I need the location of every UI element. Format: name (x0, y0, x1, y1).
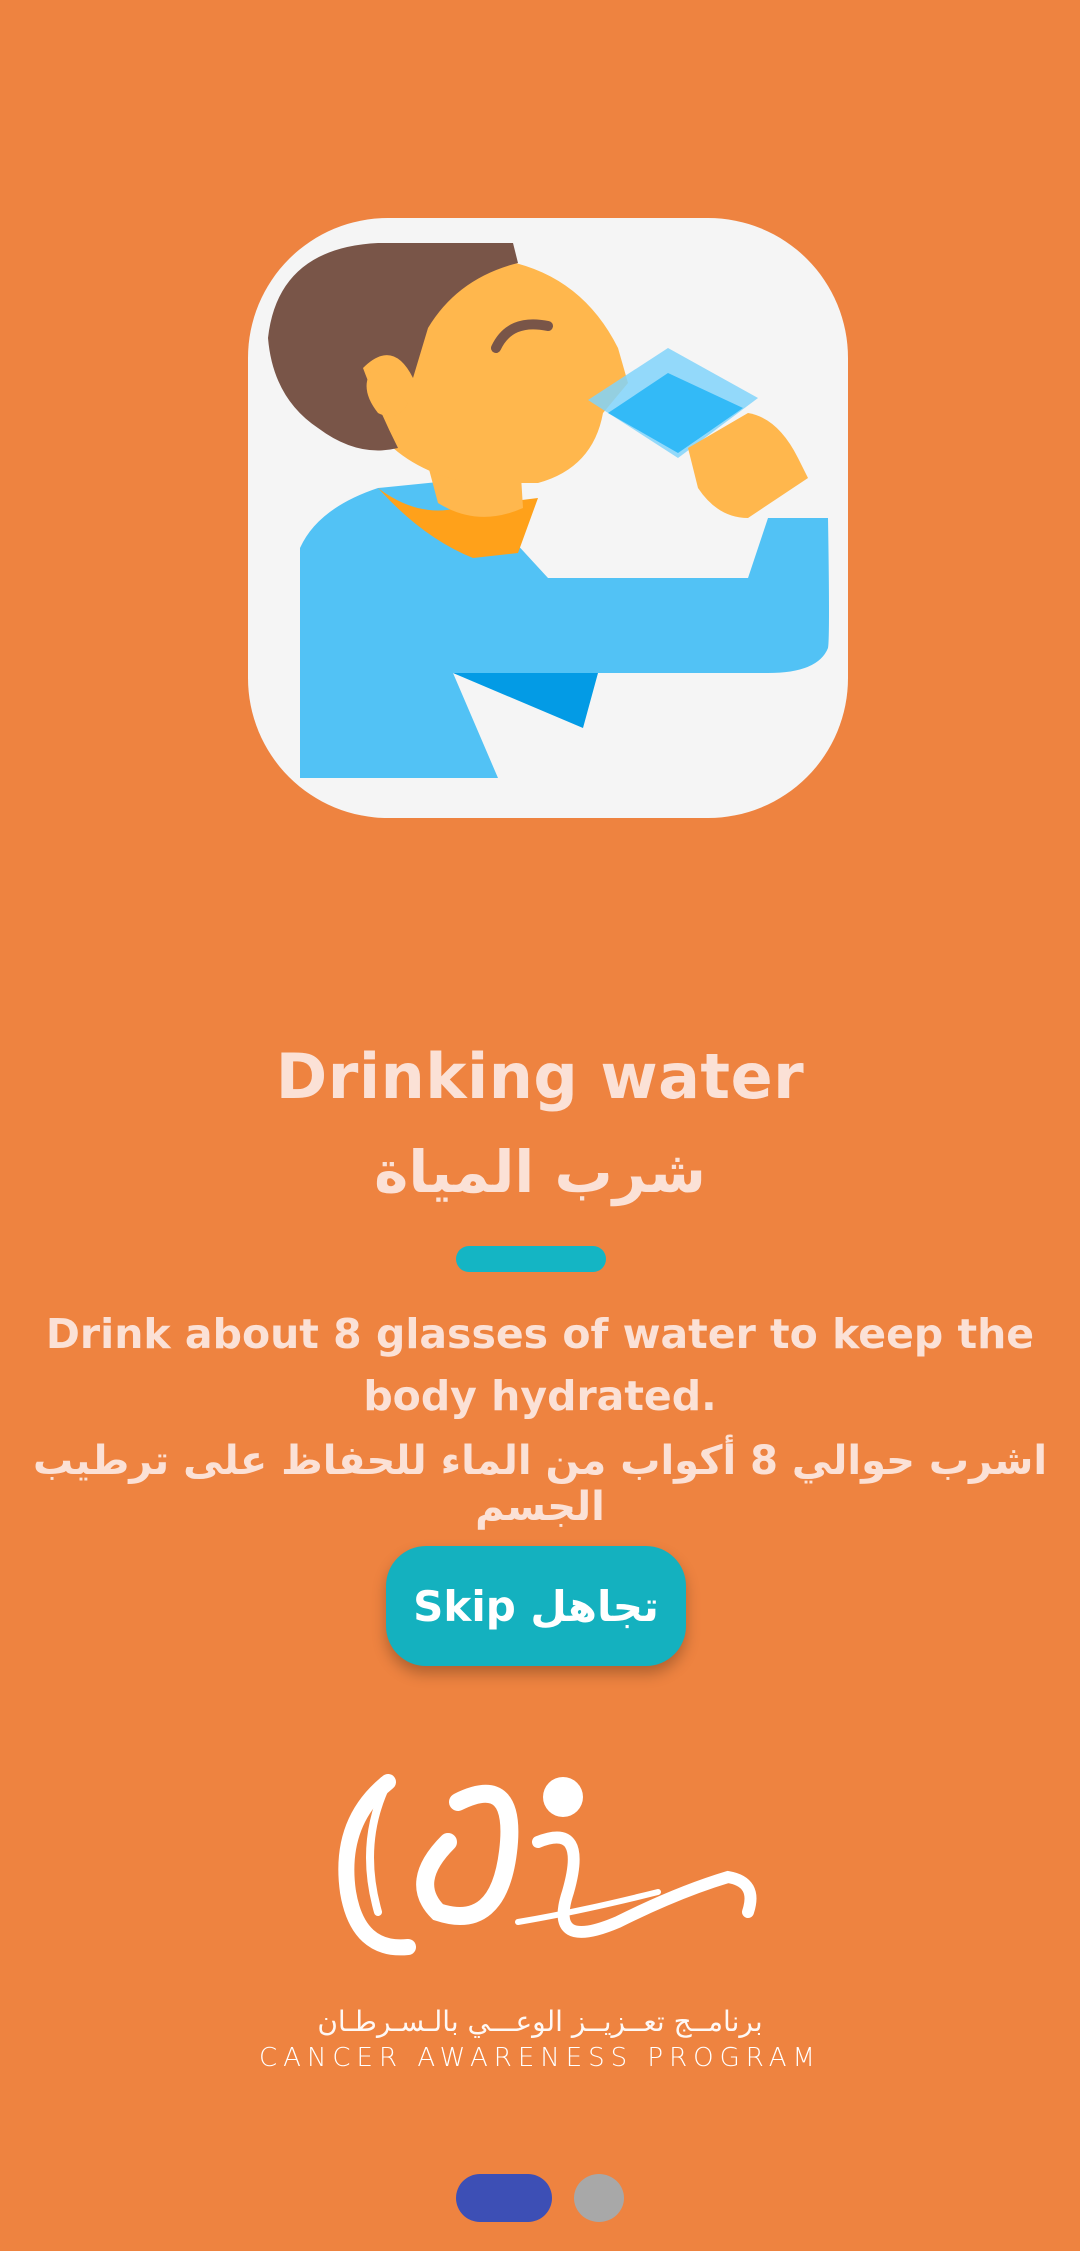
onboarding-title-ar: شرب المياة (374, 1138, 706, 1206)
title-divider (456, 1246, 606, 1272)
logo-text-en: CANCER AWARENESS PROGRAM (259, 2043, 821, 2073)
page-indicator-dot-active[interactable] (456, 2174, 552, 2222)
person-drinking-water-icon (248, 218, 848, 818)
page-indicator-dot-inactive[interactable] (574, 2174, 624, 2222)
onboarding-description-ar: اشرب حوالي 8 أكواب من الماء للحفاظ على ت… (32, 1438, 1048, 1530)
onboarding-description-en: Drink about 8 glasses of water to keep t… (45, 1310, 1035, 1420)
cancer-awareness-program-logo (318, 1762, 768, 1972)
onboarding-title-en: Drinking water (275, 1040, 805, 1113)
page-indicator (0, 2174, 1080, 2224)
logo-text-ar: برنامــج تعــزيــز الوعـــي بالـسـرطـان (317, 2005, 763, 2038)
skip-button[interactable]: Skip تجاهل (386, 1546, 686, 1666)
